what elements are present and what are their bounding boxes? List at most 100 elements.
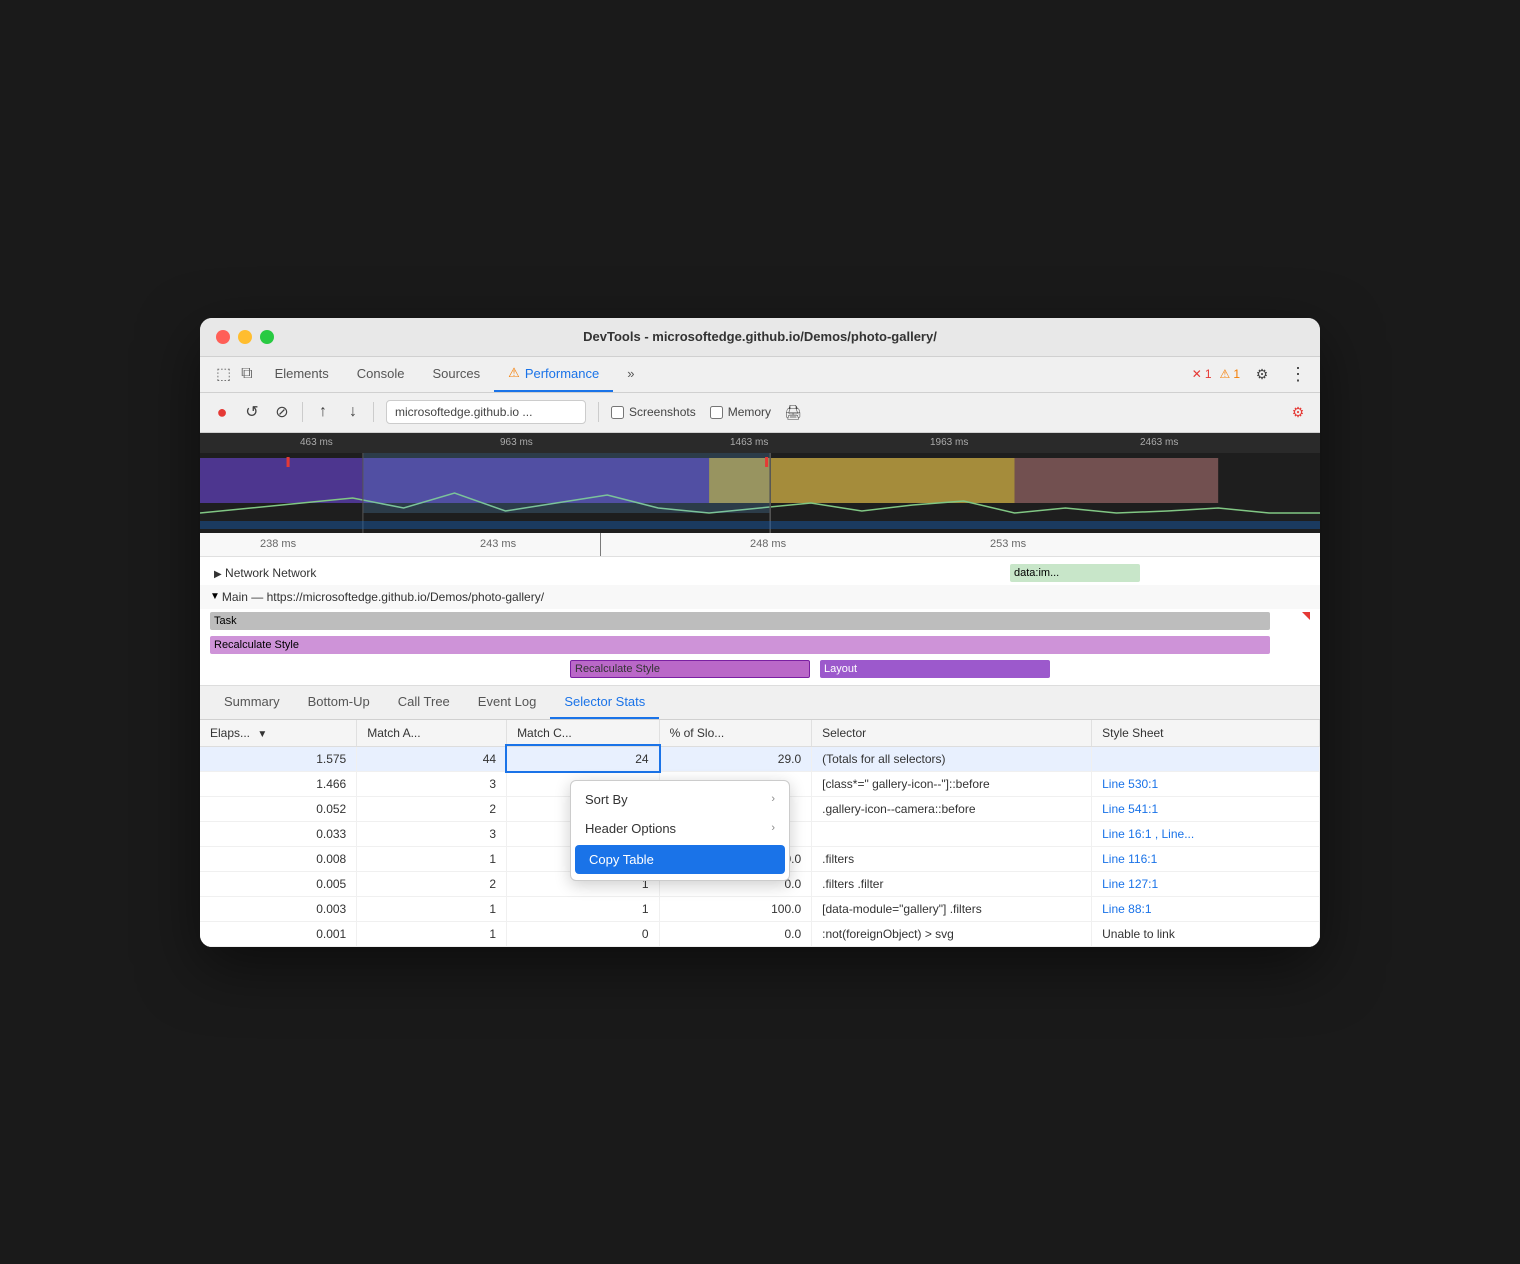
time-253: 253 ms: [990, 538, 1026, 550]
cell-selector-0: (Totals for all selectors): [812, 746, 1092, 771]
devtools-device-icon[interactable]: ⧉: [237, 365, 256, 383]
cell-selector-6: [data-module="gallery"] .filters: [812, 896, 1092, 921]
network-row: ▶ Network Network data:im...: [200, 561, 1320, 585]
cell-matcha-5: 2: [357, 871, 507, 896]
cell-elapsed-1: 1.466: [200, 771, 357, 796]
tab-call-tree[interactable]: Call Tree: [384, 686, 464, 719]
memory-checkbox[interactable]: [710, 406, 723, 419]
upload-button[interactable]: ↑: [309, 398, 337, 426]
cell-elapsed-0: 1.575: [200, 746, 357, 771]
task-row: Task: [200, 609, 1320, 633]
tab-selector-stats[interactable]: Selector Stats: [550, 686, 659, 719]
performance-warning-icon: ⚠: [508, 365, 520, 381]
reload-button[interactable]: ↺: [238, 398, 266, 426]
mark-2463: 2463 ms: [1140, 437, 1178, 448]
title-bar: DevTools - microsoftedge.github.io/Demos…: [200, 318, 1320, 357]
task-warning: [1302, 612, 1310, 620]
cell-pct-0: 29.0: [659, 746, 812, 771]
memory-icon-button[interactable]: 🖨: [779, 398, 807, 426]
timeline-svg: [200, 453, 1320, 533]
cell-sheet-4[interactable]: Line 116:1: [1092, 846, 1320, 871]
cell-matchc-0: 24: [507, 746, 660, 771]
task-bar: Task: [210, 612, 1270, 630]
mark-1963: 1963 ms: [930, 437, 968, 448]
th-match-a[interactable]: Match A...: [357, 720, 507, 747]
screenshots-checkbox[interactable]: [611, 406, 624, 419]
cell-pct-7: 0.0: [659, 921, 812, 946]
data-bar: data:im...: [1010, 564, 1140, 582]
warning-badge: ⚠ 1: [1220, 367, 1240, 381]
cell-elapsed-4: 0.008: [200, 846, 357, 871]
ctx-header-arrow: ›: [771, 822, 775, 834]
clear-button[interactable]: ⊘: [268, 398, 296, 426]
devtools-inspect-icon[interactable]: ⬚: [212, 364, 235, 384]
bottom-tabs: Summary Bottom-Up Call Tree Event Log Se…: [200, 686, 1320, 720]
cell-sheet-6[interactable]: Line 88:1: [1092, 896, 1320, 921]
sep2: [373, 402, 374, 422]
main-label: Main — https://microsoftedge.github.io/D…: [222, 590, 544, 604]
time-ruler: 238 ms 243 ms 248 ms 253 ms: [200, 533, 1320, 557]
tab-elements[interactable]: Elements: [261, 357, 343, 392]
cell-matcha-2: 2: [357, 796, 507, 821]
tab-console[interactable]: Console: [343, 357, 419, 392]
record-button[interactable]: ●: [208, 398, 236, 426]
performance-settings-button[interactable]: ⚙: [1284, 398, 1312, 426]
time-248: 248 ms: [750, 538, 786, 550]
recalc-row: Recalculate Style: [200, 633, 1320, 657]
more-button[interactable]: ⋮: [1284, 360, 1312, 388]
tab-performance[interactable]: ⚠ Performance: [494, 357, 613, 392]
time-243: 243 ms: [480, 538, 516, 550]
error-icon: ✕: [1192, 367, 1202, 381]
table-row[interactable]: 1.575 44 24 29.0 (Totals for all selecto…: [200, 746, 1320, 771]
cell-sheet-1[interactable]: Line 530:1: [1092, 771, 1320, 796]
top-tab-bar: ⬚ ⧉ Elements Console Sources ⚠ Performan…: [200, 357, 1320, 393]
minimize-button[interactable]: [238, 330, 252, 344]
cell-sheet-3[interactable]: Line 16:1 , Line...: [1092, 821, 1320, 846]
timeline-overview: 463 ms 963 ms 1463 ms 1963 ms 2463 ms CP…: [200, 433, 1320, 533]
tab-sources[interactable]: Sources: [418, 357, 494, 392]
maximize-button[interactable]: [260, 330, 274, 344]
cell-matchc-6: 1: [507, 896, 660, 921]
cell-matcha-4: 1: [357, 846, 507, 871]
devtools-window: DevTools - microsoftedge.github.io/Demos…: [200, 318, 1320, 947]
error-badge: ✕ 1: [1192, 367, 1212, 381]
ctx-header-options[interactable]: Header Options ›: [571, 814, 789, 843]
th-selector[interactable]: Selector: [812, 720, 1092, 747]
cell-selector-3: [812, 821, 1092, 846]
close-button[interactable]: [216, 330, 230, 344]
settings-button[interactable]: ⚙: [1248, 360, 1276, 388]
tab-summary[interactable]: Summary: [210, 686, 294, 719]
time-238: 238 ms: [260, 538, 296, 550]
cell-matcha-3: 3: [357, 821, 507, 846]
context-menu: Sort By › Header Options › Copy Table: [570, 780, 790, 881]
cell-sheet-2[interactable]: Line 541:1: [1092, 796, 1320, 821]
cell-matcha-7: 1: [357, 921, 507, 946]
th-elapsed[interactable]: Elaps... ▼: [200, 720, 357, 747]
tab-bottom-up[interactable]: Bottom-Up: [294, 686, 384, 719]
tab-event-log[interactable]: Event Log: [464, 686, 551, 719]
tab-more[interactable]: »: [613, 357, 648, 392]
mark-463: 463 ms: [300, 437, 333, 448]
table-container: Elaps... ▼ Match A... Match C... % of Sl…: [200, 720, 1320, 947]
cell-matcha-1: 3: [357, 771, 507, 796]
cell-elapsed-5: 0.005: [200, 871, 357, 896]
header-row: Elaps... ▼ Match A... Match C... % of Sl…: [200, 720, 1320, 747]
cell-matcha-6: 1: [357, 896, 507, 921]
th-pct[interactable]: % of Slo...: [659, 720, 812, 747]
cell-elapsed-7: 0.001: [200, 921, 357, 946]
cell-selector-4: .filters: [812, 846, 1092, 871]
download-button[interactable]: ↓: [339, 398, 367, 426]
th-stylesheet[interactable]: Style Sheet: [1092, 720, 1320, 747]
warning-icon: ⚠: [1220, 367, 1231, 381]
table-row[interactable]: 0.001 1 0 0.0 :not(foreignObject) > svg …: [200, 921, 1320, 946]
memory-checkbox-label[interactable]: Memory: [710, 405, 771, 419]
th-match-c[interactable]: Match C...: [507, 720, 660, 747]
cell-sheet-7: Unable to link: [1092, 921, 1320, 946]
table-row[interactable]: 0.003 1 1 100.0 [data-module="gallery"] …: [200, 896, 1320, 921]
cell-selector-7: :not(foreignObject) > svg: [812, 921, 1092, 946]
screenshots-checkbox-label[interactable]: Screenshots: [611, 405, 696, 419]
cell-selector-5: .filters .filter: [812, 871, 1092, 896]
cell-sheet-5[interactable]: Line 127:1: [1092, 871, 1320, 896]
ctx-sort-by[interactable]: Sort By ›: [571, 785, 789, 814]
ctx-copy-table[interactable]: Copy Table: [575, 845, 785, 874]
